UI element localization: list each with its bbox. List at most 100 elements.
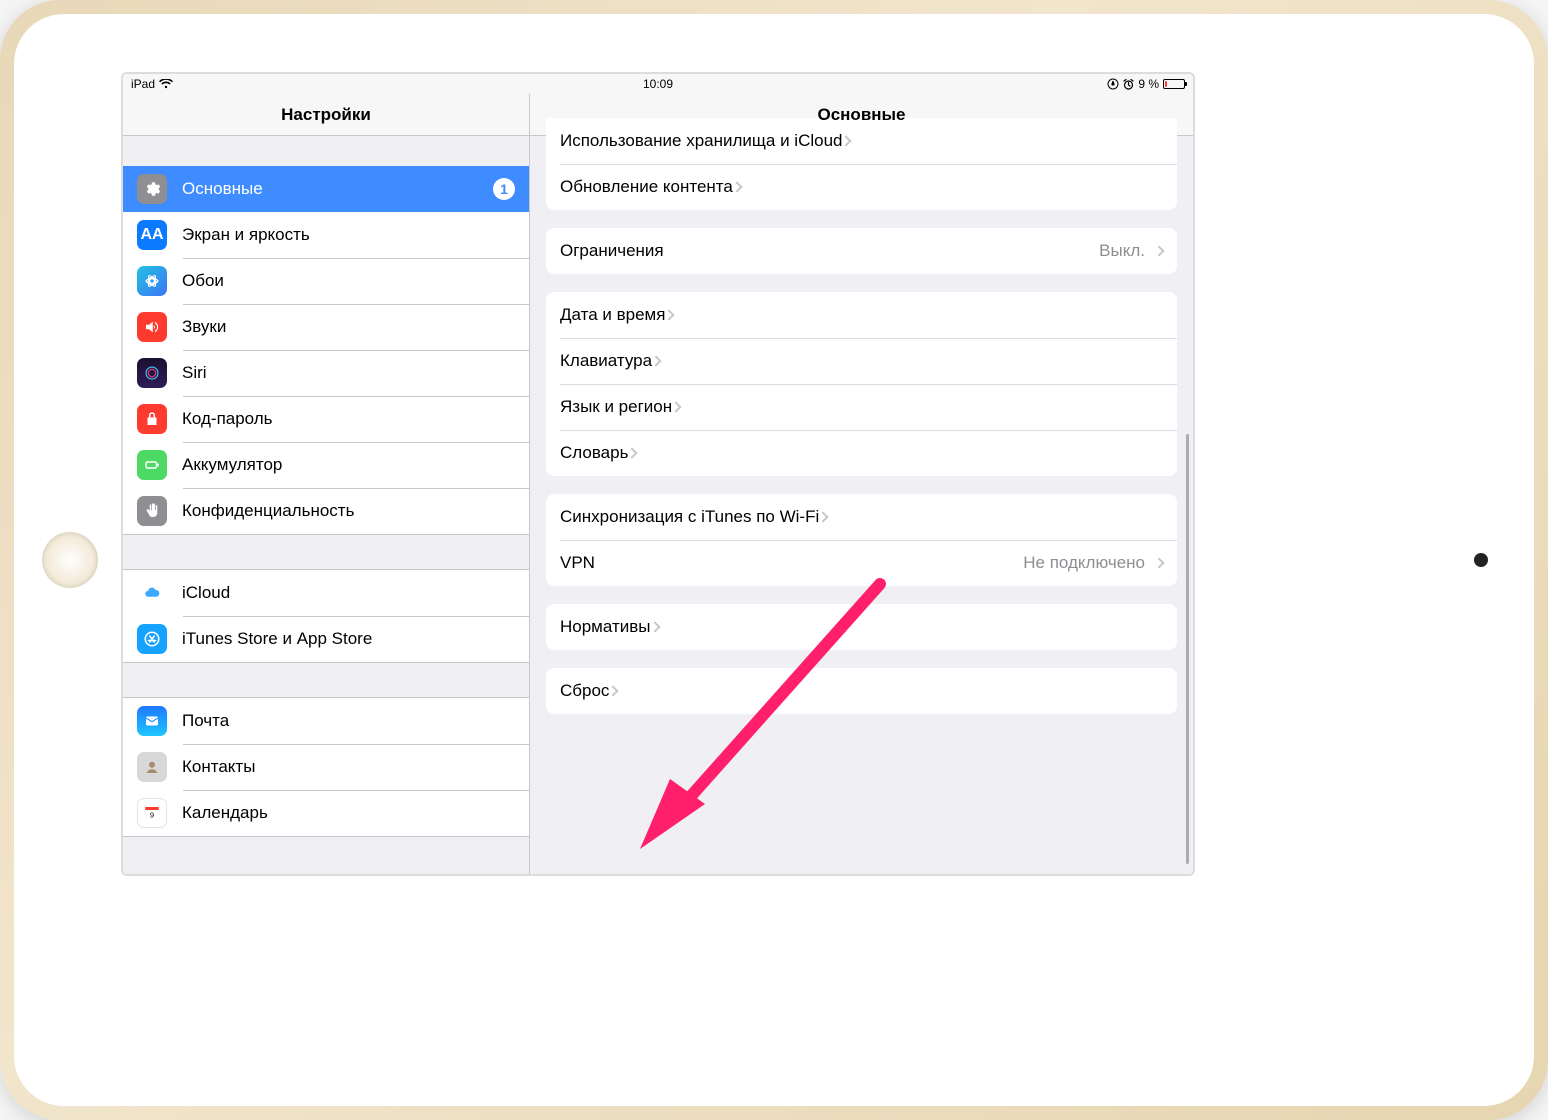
sidebar-item-privacy[interactable]: Конфиденциальность <box>123 488 529 534</box>
row-value: Не подключено <box>1023 553 1145 573</box>
sidebar-item-appstore[interactable]: iTunes Store и App Store <box>123 616 529 662</box>
row-label: Сброс <box>560 681 609 701</box>
row-label: Нормативы <box>560 617 651 637</box>
wallpaper-icon <box>137 266 167 296</box>
home-button[interactable] <box>42 532 98 588</box>
detail-group-storage: Использование хранилища и iCloud Обновле… <box>546 118 1177 210</box>
row-label: Дата и время <box>560 305 665 325</box>
sidebar-item-label: Календарь <box>182 803 268 823</box>
detail-group-locale: Дата и время Клавиатура Язык и регион <box>546 292 1177 476</box>
sidebar-item-contacts[interactable]: Контакты <box>123 744 529 790</box>
appstore-icon <box>137 624 167 654</box>
row-label: Ограничения <box>560 241 664 261</box>
wifi-icon <box>159 79 173 89</box>
svg-text:9: 9 <box>150 811 154 820</box>
detail-row-regulatory[interactable]: Нормативы <box>546 604 1177 650</box>
sidebar-group-3: Почта Контакты 9 <box>123 697 529 837</box>
sidebar-item-sounds[interactable]: Звуки <box>123 304 529 350</box>
ipad-bezel: iPad 10:09 9 % <box>14 14 1534 1106</box>
sidebar-item-label: Контакты <box>182 757 255 777</box>
front-camera <box>1474 553 1488 567</box>
settings-sidebar: Настройки Основные 1 AA <box>123 94 530 874</box>
detail-row-language[interactable]: Язык и регион <box>546 384 1177 430</box>
detail-row-vpn[interactable]: VPN Не подключено <box>546 540 1177 586</box>
detail-group-regulatory: Нормативы <box>546 604 1177 650</box>
calendar-icon: 9 <box>137 798 167 828</box>
detail-group-network: Синхронизация с iTunes по Wi-Fi VPN Не п… <box>546 494 1177 586</box>
chevron-right-icon <box>818 511 829 522</box>
lock-icon <box>137 404 167 434</box>
row-label: Язык и регион <box>560 397 672 417</box>
badge-count: 1 <box>493 178 515 200</box>
sidebar-title: Настройки <box>123 94 529 136</box>
detail-row-background-refresh[interactable]: Обновление контента <box>546 164 1177 210</box>
detail-row-keyboard[interactable]: Клавиатура <box>546 338 1177 384</box>
sidebar-item-label: Siri <box>182 363 207 383</box>
battery-icon <box>137 450 167 480</box>
row-value: Выкл. <box>1099 241 1145 261</box>
ipad-frame: iPad 10:09 9 % <box>0 0 1548 1120</box>
status-time: 10:09 <box>643 77 673 91</box>
sidebar-item-wallpaper[interactable]: Обои <box>123 258 529 304</box>
ipad-screen: iPad 10:09 9 % <box>123 74 1193 874</box>
alarm-icon <box>1123 79 1134 90</box>
sidebar-item-icloud[interactable]: iCloud <box>123 570 529 616</box>
scroll-indicator <box>1186 434 1189 864</box>
detail-pane: Основные Использование хранилища и iClou… <box>530 94 1193 874</box>
chevron-right-icon <box>1153 245 1164 256</box>
sidebar-item-calendar[interactable]: 9 Календарь <box>123 790 529 836</box>
chevron-right-icon <box>1153 557 1164 568</box>
sidebar-item-label: Конфиденциальность <box>182 501 354 521</box>
detail-group-reset: Сброс <box>546 668 1177 714</box>
detail-row-storage[interactable]: Использование хранилища и iCloud <box>546 118 1177 164</box>
sidebar-item-label: Аккумулятор <box>182 455 282 475</box>
detail-scroll[interactable]: Использование хранилища и iCloud Обновле… <box>530 118 1193 856</box>
status-bar: iPad 10:09 9 % <box>123 74 1193 94</box>
detail-row-itunes-wifi[interactable]: Синхронизация с iTunes по Wi-Fi <box>546 494 1177 540</box>
speaker-icon <box>137 312 167 342</box>
orientation-lock-icon <box>1107 78 1119 90</box>
sidebar-item-battery[interactable]: Аккумулятор <box>123 442 529 488</box>
battery-percent: 9 % <box>1138 77 1159 91</box>
display-icon: AA <box>137 220 167 250</box>
device-label: iPad <box>131 77 155 91</box>
detail-row-dictionary[interactable]: Словарь <box>546 430 1177 476</box>
sidebar-item-label: Звуки <box>182 317 226 337</box>
row-label: Клавиатура <box>560 351 652 371</box>
sidebar-group-2: iCloud iTunes Store и App Store <box>123 569 529 663</box>
icloud-icon <box>137 578 167 608</box>
row-label: Обновление контента <box>560 177 733 197</box>
sidebar-item-display[interactable]: AA Экран и яркость <box>123 212 529 258</box>
detail-row-reset[interactable]: Сброс <box>546 668 1177 714</box>
sidebar-item-mail[interactable]: Почта <box>123 698 529 744</box>
sidebar-item-siri[interactable]: Siri <box>123 350 529 396</box>
mail-icon <box>137 706 167 736</box>
chevron-right-icon <box>664 309 675 320</box>
detail-group-restrictions: Ограничения Выкл. <box>546 228 1177 274</box>
chevron-right-icon <box>649 621 660 632</box>
sidebar-item-label: iTunes Store и App Store <box>182 629 372 649</box>
sidebar-scroll[interactable]: Основные 1 AA Экран и яркость <box>123 136 529 874</box>
detail-row-restrictions[interactable]: Ограничения Выкл. <box>546 228 1177 274</box>
hand-icon <box>137 496 167 526</box>
siri-icon <box>137 358 167 388</box>
sidebar-item-label: Экран и яркость <box>182 225 310 245</box>
sidebar-group-1: Основные 1 AA Экран и яркость <box>123 166 529 535</box>
split-view: Настройки Основные 1 AA <box>123 94 1193 874</box>
battery-icon <box>1163 79 1185 89</box>
contacts-icon <box>137 752 167 782</box>
sidebar-item-passcode[interactable]: Код-пароль <box>123 396 529 442</box>
sidebar-item-label: iCloud <box>182 583 230 603</box>
sidebar-item-label: Обои <box>182 271 224 291</box>
chevron-right-icon <box>841 135 852 146</box>
sidebar-item-label: Код-пароль <box>182 409 273 429</box>
row-label: Словарь <box>560 443 628 463</box>
chevron-right-icon <box>650 355 661 366</box>
chevron-right-icon <box>627 447 638 458</box>
row-label: VPN <box>560 553 595 573</box>
gear-icon <box>137 174 167 204</box>
sidebar-item-label: Почта <box>182 711 229 731</box>
sidebar-item-label: Основные <box>182 179 263 199</box>
sidebar-item-general[interactable]: Основные 1 <box>123 166 529 212</box>
detail-row-datetime[interactable]: Дата и время <box>546 292 1177 338</box>
